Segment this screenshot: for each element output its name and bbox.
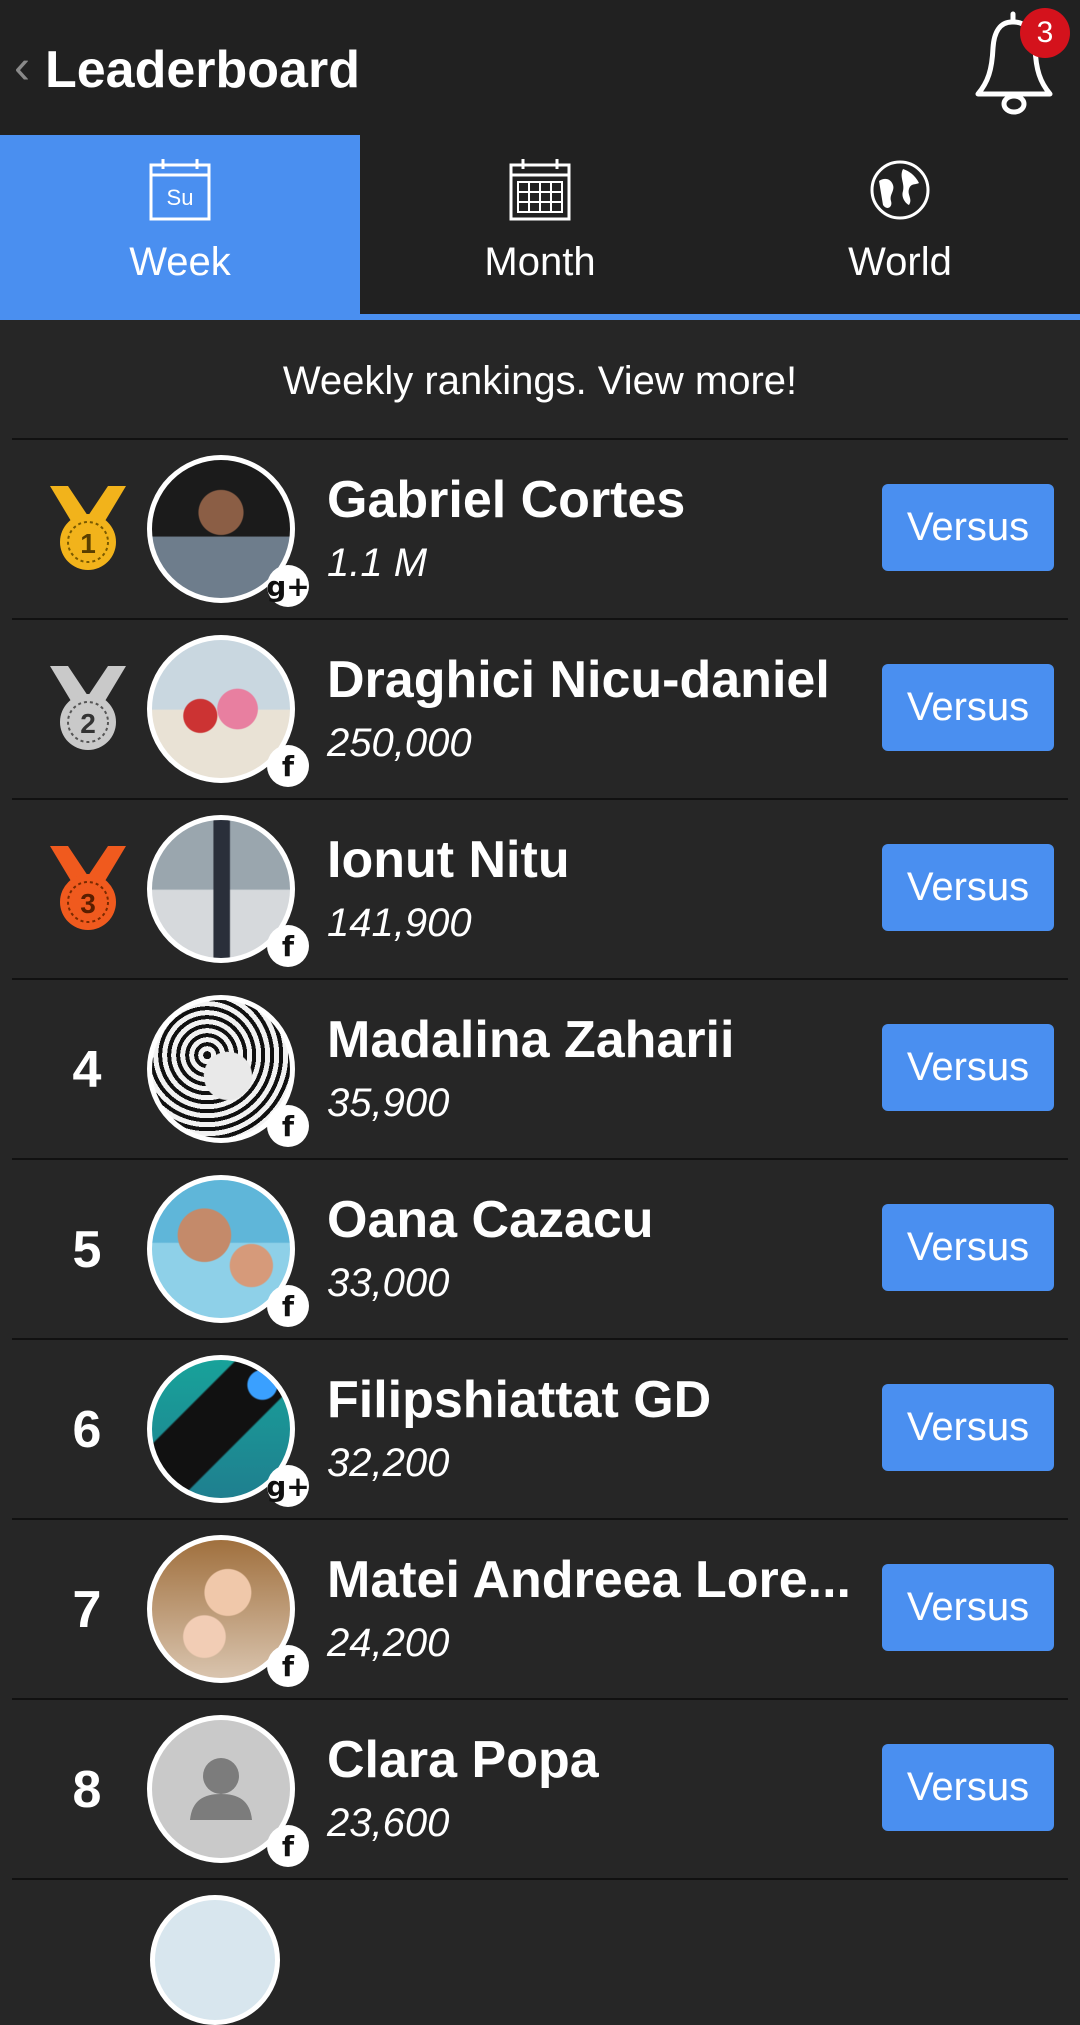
facebook-icon: f [267,1105,309,1147]
svg-text:3: 3 [80,888,96,919]
silver-medal-icon: 2 [50,666,126,750]
rankings-subtitle[interactable]: Weekly rankings. View more! [0,345,1080,417]
rank-number: 6 [72,1401,102,1459]
player-name: Clara Popa [327,1731,599,1789]
player-score: 35,900 [327,1081,450,1125]
player-score: 250,000 [327,721,472,765]
svg-text:1: 1 [80,528,96,559]
bronze-medal-icon: 3 [50,846,126,930]
player-name: Ionut Nitu [327,831,570,889]
tab-month-label: Month [484,240,596,284]
notification-count-badge: 3 [1020,8,1070,58]
player-name: Draghici Nicu-daniel [327,651,830,709]
facebook-icon: f [267,925,309,967]
globe-icon [870,160,930,220]
tab-week[interactable]: Su Week [0,135,360,314]
rank-number: 8 [72,1761,102,1819]
calendar-month-icon [509,159,571,221]
list-item: 2 f Draghici Nicu-daniel 250,000 Versus [12,618,1068,798]
versus-button[interactable]: Versus [882,1564,1054,1651]
player-score: 24,200 [327,1621,450,1665]
svg-text:Su: Su [167,185,194,210]
player-name: Madalina Zaharii [327,1011,735,1069]
player-score: 32,200 [327,1441,450,1485]
calendar-day-icon: Su [149,159,211,221]
notifications-button[interactable]: 3 [960,8,1072,124]
list-item: 3 f Ionut Nitu 141,900 Versus [12,798,1068,978]
versus-button[interactable]: Versus [882,844,1054,931]
rank-number: 7 [72,1581,102,1639]
player-name: Gabriel Cortes [327,471,686,529]
tab-world-label: World [848,240,952,284]
facebook-icon: f [267,1645,309,1687]
list-item: 7 f Matei Andreea Lore... 24,200 Versus [12,1518,1068,1698]
player-name: Filipshiattat GD [327,1371,712,1429]
app-header: ‹ Leaderboard 3 [0,0,1080,135]
tab-world[interactable]: World [720,135,1080,314]
versus-button[interactable]: Versus [882,1024,1054,1111]
google-plus-icon: g+ [266,1465,310,1507]
versus-button[interactable]: Versus [882,1384,1054,1471]
gold-medal-icon: 1 [50,486,126,570]
versus-button[interactable]: Versus [882,1744,1054,1831]
tab-month[interactable]: Month [360,135,720,314]
facebook-icon: f [267,745,309,787]
versus-button[interactable]: Versus [882,664,1054,751]
back-chevron-icon[interactable]: ‹ [10,44,34,92]
list-item: 5 f Oana Cazacu 33,000 Versus [12,1158,1068,1338]
player-score: 23,600 [327,1801,450,1845]
svg-text:2: 2 [80,708,96,739]
tab-week-label: Week [129,240,231,284]
rank-number: 5 [72,1221,102,1279]
facebook-icon: f [267,1825,309,1867]
player-score: 141,900 [327,901,472,945]
list-item: 8 f Clara Popa 23,600 Versus [12,1698,1068,1878]
leaderboard-list: 1 g+ Gabriel Cortes 1.1 M Versus 2 f Dra… [12,438,1068,1918]
player-score: 1.1 M [327,541,428,585]
list-item: 6 g+ Filipshiattat GD 32,200 Versus [12,1338,1068,1518]
page-title: Leaderboard [45,41,360,99]
avatar[interactable] [150,1895,280,2025]
period-tabs: Su Week Month World [0,135,1080,320]
list-item: 4 f Madalina Zaharii 35,900 Versus [12,978,1068,1158]
facebook-icon: f [267,1285,309,1327]
google-plus-icon: g+ [266,565,310,607]
rank-number: 4 [72,1041,102,1099]
player-name: Matei Andreea Lore... [327,1551,851,1609]
list-item: 1 g+ Gabriel Cortes 1.1 M Versus [12,438,1068,618]
versus-button[interactable]: Versus [882,1204,1054,1291]
player-name: Oana Cazacu [327,1191,654,1249]
player-score: 33,000 [327,1261,450,1305]
versus-button[interactable]: Versus [882,484,1054,571]
